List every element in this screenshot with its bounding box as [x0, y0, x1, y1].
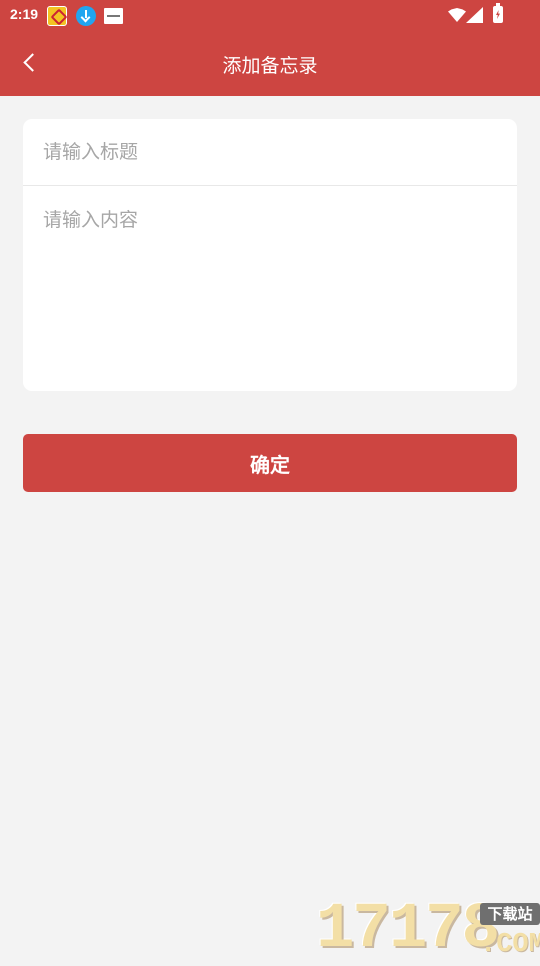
battery-charging-icon: [493, 3, 503, 23]
download-icon: [76, 6, 96, 26]
watermark-badge: 下载站: [480, 903, 540, 925]
app-notification-icon: [47, 6, 67, 26]
signal-icon: [466, 7, 483, 23]
memo-title-input[interactable]: [23, 119, 517, 185]
watermark-suffix: .COM: [480, 930, 540, 960]
document-icon: [104, 8, 123, 24]
memo-form-card: [23, 119, 517, 391]
status-time: 2:19: [10, 6, 39, 22]
wifi-icon: [448, 8, 466, 22]
site-watermark: 17178 下载站 .COM: [316, 894, 540, 966]
watermark-number: 17178: [316, 894, 500, 966]
page-title: 添加备忘录: [222, 55, 318, 77]
app-header: 添加备忘录: [0, 30, 540, 96]
status-bar: 2:19: [0, 0, 540, 30]
confirm-button[interactable]: 确定: [23, 434, 517, 492]
memo-content-input[interactable]: [23, 186, 517, 391]
